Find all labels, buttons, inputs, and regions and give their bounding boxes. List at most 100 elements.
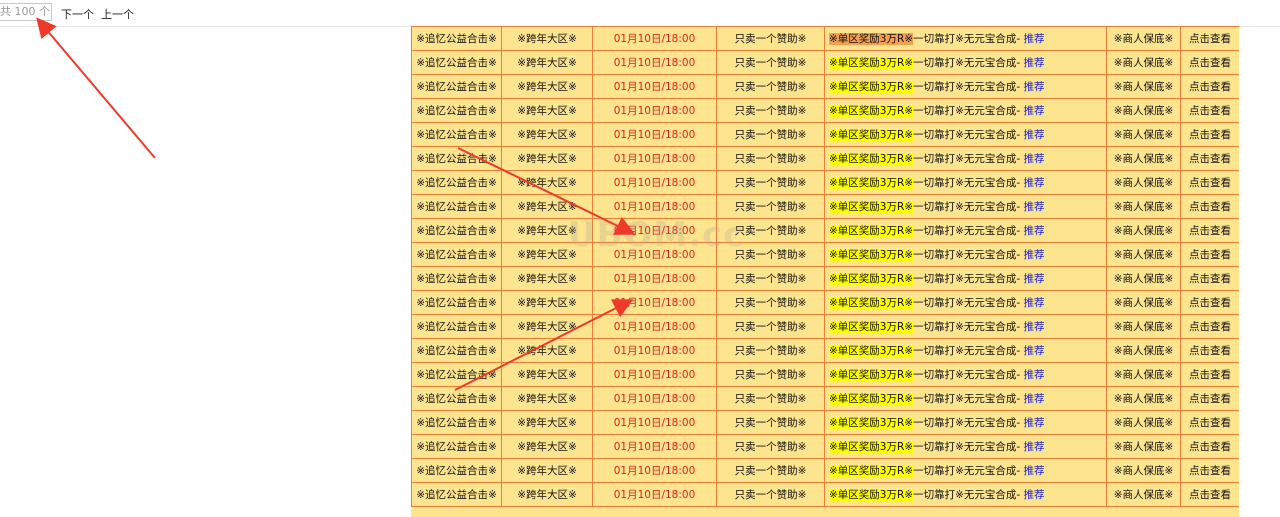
desc-text: 一切靠打※无元宝合成- <box>913 57 1021 69</box>
desc-highlight: ※单区奖励3万R※ <box>829 105 914 117</box>
open-time: 01月10日/18:00 <box>592 74 717 99</box>
server-name: ※追忆公益合击※ <box>411 218 502 243</box>
open-time: 01月10日/18:00 <box>592 98 717 123</box>
recommend-link[interactable]: 推荐 <box>1024 129 1045 141</box>
recommend-link[interactable]: 推荐 <box>1024 465 1045 477</box>
view-details-link[interactable]: 点击查看 <box>1180 434 1239 459</box>
server-name: ※追忆公益合击※ <box>411 98 502 123</box>
view-details-link[interactable]: 点击查看 <box>1180 26 1239 51</box>
view-details-link[interactable]: 点击查看 <box>1180 482 1239 507</box>
server-desc: ※单区奖励3万R※一切靠打※无元宝合成- 推荐 <box>824 410 1107 435</box>
server-name: ※追忆公益合击※ <box>411 458 502 483</box>
match-count-field[interactable]: 共 100 个 <box>0 3 52 21</box>
server-desc: ※单区奖励3万R※一切靠打※无元宝合成- 推荐 <box>824 362 1107 387</box>
recommend-link[interactable]: 推荐 <box>1024 33 1045 45</box>
prev-match-button[interactable]: 上一个 <box>101 6 134 22</box>
recommend-link[interactable]: 推荐 <box>1024 81 1045 93</box>
desc-text: 一切靠打※无元宝合成- <box>913 33 1021 45</box>
server-desc: ※单区奖励3万R※一切靠打※无元宝合成- 推荐 <box>824 50 1107 75</box>
server-desc: ※单区奖励3万R※一切靠打※无元宝合成- 推荐 <box>824 218 1107 243</box>
recommend-link[interactable]: 推荐 <box>1024 345 1045 357</box>
view-details-link[interactable]: 点击查看 <box>1180 194 1239 219</box>
view-details-link[interactable]: 点击查看 <box>1180 386 1239 411</box>
view-details-link[interactable]: 点击查看 <box>1180 122 1239 147</box>
server-slogan: 只卖一个赞助※ <box>716 170 825 195</box>
recommend-link[interactable]: 推荐 <box>1024 393 1045 405</box>
view-details-link[interactable]: 点击查看 <box>1180 266 1239 291</box>
server-zone: ※跨年大区※ <box>501 74 593 99</box>
view-details-link[interactable]: 点击查看 <box>1180 98 1239 123</box>
view-details-link[interactable]: 点击查看 <box>1180 50 1239 75</box>
view-details-link[interactable]: 点击查看 <box>1180 410 1239 435</box>
desc-highlight: ※单区奖励3万R※ <box>829 369 914 381</box>
view-details-link[interactable]: 点击查看 <box>1180 458 1239 483</box>
desc-text: 一切靠打※无元宝合成- <box>913 225 1021 237</box>
view-details-link[interactable]: 点击查看 <box>1180 242 1239 267</box>
server-name: ※追忆公益合击※ <box>411 74 502 99</box>
server-desc: ※单区奖励3万R※一切靠打※无元宝合成- 推荐 <box>824 242 1107 267</box>
recommend-link[interactable]: 推荐 <box>1024 225 1045 237</box>
desc-highlight: ※单区奖励3万R※ <box>829 489 914 501</box>
guarantee-label: ※商人保底※ <box>1106 386 1181 411</box>
recommend-link[interactable]: 推荐 <box>1024 273 1045 285</box>
server-name: ※追忆公益合击※ <box>411 338 502 363</box>
desc-highlight: ※单区奖励3万R※ <box>829 321 914 333</box>
guarantee-label: ※商人保底※ <box>1106 122 1181 147</box>
server-name: ※追忆公益合击※ <box>411 50 502 75</box>
server-zone: ※跨年大区※ <box>501 434 593 459</box>
desc-highlight: ※单区奖励3万R※ <box>829 57 914 69</box>
guarantee-label: ※商人保底※ <box>1106 290 1181 315</box>
guarantee-label: ※商人保底※ <box>1106 194 1181 219</box>
next-match-button[interactable]: 下一个 <box>61 6 94 22</box>
desc-text: 一切靠打※无元宝合成- <box>913 393 1021 405</box>
view-details-link[interactable]: 点击查看 <box>1180 170 1239 195</box>
server-zone: ※跨年大区※ <box>501 362 593 387</box>
view-details-link[interactable]: 点击查看 <box>1180 146 1239 171</box>
arrow-to-count <box>36 17 156 159</box>
server-slogan: 只卖一个赞助※ <box>716 338 825 363</box>
server-zone: ※跨年大区※ <box>501 218 593 243</box>
desc-text: 一切靠打※无元宝合成- <box>913 201 1021 213</box>
server-slogan: 只卖一个赞助※ <box>716 362 825 387</box>
view-details-link[interactable]: 点击查看 <box>1180 290 1239 315</box>
recommend-link[interactable]: 推荐 <box>1024 417 1045 429</box>
server-desc: ※单区奖励3万R※一切靠打※无元宝合成- 推荐 <box>824 146 1107 171</box>
recommend-link[interactable]: 推荐 <box>1024 153 1045 165</box>
open-time: 01月10日/18:00 <box>592 146 717 171</box>
guarantee-label: ※商人保底※ <box>1106 482 1181 507</box>
recommend-link[interactable]: 推荐 <box>1024 201 1045 213</box>
server-zone: ※跨年大区※ <box>501 194 593 219</box>
open-time: 01月10日/18:00 <box>592 314 717 339</box>
open-time: 01月10日/18:00 <box>592 338 717 363</box>
recommend-link[interactable]: 推荐 <box>1024 177 1045 189</box>
recommend-link[interactable]: 推荐 <box>1024 297 1045 309</box>
server-slogan: 只卖一个赞助※ <box>716 74 825 99</box>
server-slogan: 只卖一个赞助※ <box>716 314 825 339</box>
view-details-link[interactable]: 点击查看 <box>1180 218 1239 243</box>
table-row: ※追忆公益合击※ ※跨年大区※ 01月10日/18:00 只卖一个赞助※ ※单区奖励3万… <box>411 482 1239 507</box>
table-row: ※追忆公益合击※ ※跨年大区※ 01月10日/18:00 只卖一个赞助※ ※单区奖励3万… <box>411 386 1239 411</box>
server-zone: ※跨年大区※ <box>501 410 593 435</box>
table-row: ※追忆公益合击※ ※跨年大区※ 01月10日/18:00 只卖一个赞助※ ※单区奖励3万… <box>411 362 1239 387</box>
server-zone: ※跨年大区※ <box>501 314 593 339</box>
table-row: ※追忆公益合击※ ※跨年大区※ 01月10日/18:00 只卖一个赞助※ ※单区奖励3万… <box>411 290 1239 315</box>
server-zone: ※跨年大区※ <box>501 458 593 483</box>
recommend-link[interactable]: 推荐 <box>1024 105 1045 117</box>
view-details-link[interactable]: 点击查看 <box>1180 314 1239 339</box>
guarantee-label: ※商人保底※ <box>1106 50 1181 75</box>
server-zone: ※跨年大区※ <box>501 122 593 147</box>
open-time: 01月10日/18:00 <box>592 410 717 435</box>
recommend-link[interactable]: 推荐 <box>1024 321 1045 333</box>
recommend-link[interactable]: 推荐 <box>1024 249 1045 261</box>
view-details-link[interactable]: 点击查看 <box>1180 362 1239 387</box>
recommend-link[interactable]: 推荐 <box>1024 369 1045 381</box>
recommend-link[interactable]: 推荐 <box>1024 441 1045 453</box>
table-row: ※追忆公益合击※ ※跨年大区※ 01月10日/18:00 只卖一个赞助※ ※单区奖励3万… <box>411 26 1239 51</box>
table-row: ※追忆公益合击※ ※跨年大区※ 01月10日/18:00 只卖一个赞助※ ※单区奖励3万… <box>411 458 1239 483</box>
server-slogan: 只卖一个赞助※ <box>716 242 825 267</box>
recommend-link[interactable]: 推荐 <box>1024 489 1045 501</box>
recommend-link[interactable]: 推荐 <box>1024 57 1045 69</box>
view-details-link[interactable]: 点击查看 <box>1180 338 1239 363</box>
view-details-link[interactable]: 点击查看 <box>1180 74 1239 99</box>
table-row: ※追忆公益合击※ ※跨年大区※ 01月10日/18:00 只卖一个赞助※ ※单区奖励3万… <box>411 50 1239 75</box>
